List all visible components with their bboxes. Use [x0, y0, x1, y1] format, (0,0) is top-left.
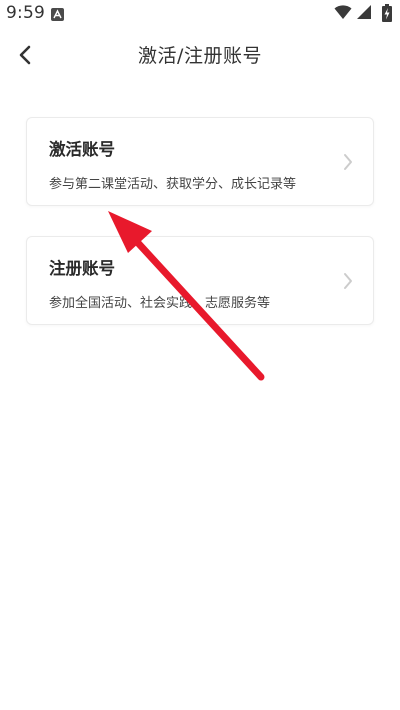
wifi-icon — [334, 5, 352, 19]
register-account-card[interactable]: 注册账号 参加全国活动、社会实践、志愿服务等 — [26, 236, 374, 325]
cellular-signal-icon — [357, 5, 371, 19]
battery-charging-icon — [382, 4, 392, 22]
card-title: 注册账号 — [49, 259, 115, 278]
a-notification-icon — [51, 6, 64, 21]
chevron-right-icon — [344, 154, 352, 170]
status-bar: 9:59 — [0, 0, 400, 28]
card-title: 激活账号 — [49, 140, 115, 159]
chevron-right-icon — [344, 273, 352, 289]
status-time: 9:59 — [6, 3, 45, 23]
card-description: 参与第二课堂活动、获取学分、成长记录等 — [49, 177, 297, 192]
header: 激活/注册账号 — [0, 28, 400, 80]
activate-account-card[interactable]: 激活账号 参与第二课堂活动、获取学分、成长记录等 — [26, 117, 374, 206]
card-description: 参加全国活动、社会实践、志愿服务等 — [49, 296, 271, 311]
annotation-arrow — [108, 211, 265, 381]
page-title: 激活/注册账号 — [138, 45, 262, 67]
